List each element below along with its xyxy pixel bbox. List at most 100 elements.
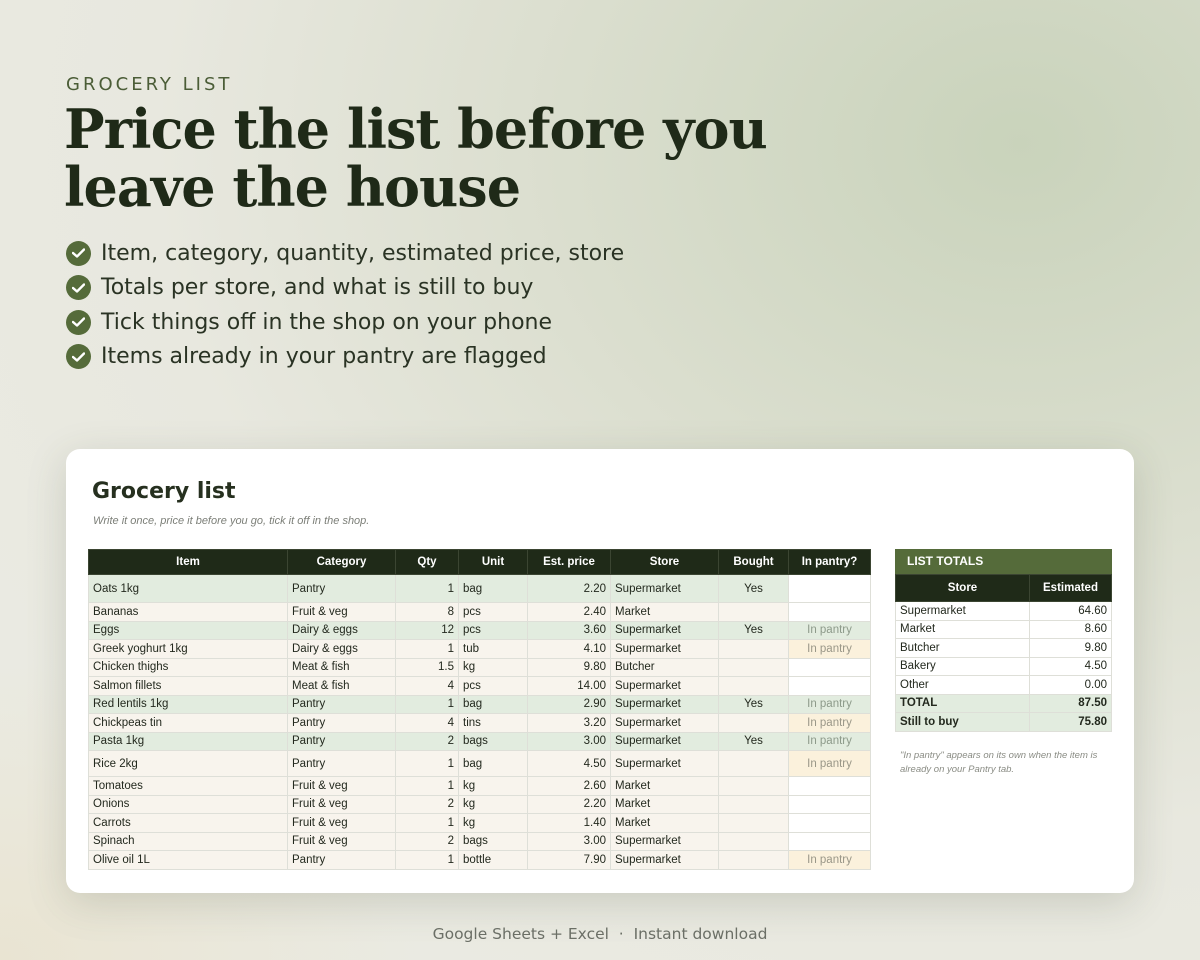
cell-pantry[interactable]: In pantry [788,639,871,659]
cell-pantry[interactable] [788,831,871,851]
cell-bought[interactable] [718,602,789,622]
cell-qty[interactable]: 2 [395,794,459,814]
cell-category[interactable]: Fruit & veg [287,602,396,622]
cell-bought[interactable]: Yes [718,731,789,751]
cell-item[interactable]: Red lentils 1kg [88,694,288,714]
cell-pantry[interactable]: In pantry [788,713,871,733]
cell-item[interactable]: Chicken thighs [88,657,288,677]
cell-category[interactable]: Pantry [287,574,396,603]
totals-header-store[interactable]: Store [895,574,1030,602]
cell-qty[interactable]: 1 [395,776,459,796]
cell-store[interactable]: Supermarket [610,574,719,603]
cell-category[interactable]: Fruit & veg [287,776,396,796]
cell-item[interactable]: Pasta 1kg [88,731,288,751]
cell-bought[interactable] [718,850,789,870]
cell-price[interactable]: 3.60 [527,620,611,640]
cell-qty[interactable]: 1 [395,750,459,777]
totals-store-cell[interactable]: Other [895,675,1030,695]
cell-bought[interactable] [718,713,789,733]
cell-unit[interactable]: kg [458,776,528,796]
cell-qty[interactable]: 2 [395,831,459,851]
cell-unit[interactable]: pcs [458,602,528,622]
column-header-pantry[interactable]: In pantry? [788,549,871,575]
cell-category[interactable]: Dairy & eggs [287,620,396,640]
cell-price[interactable]: 9.80 [527,657,611,677]
cell-pantry[interactable]: In pantry [788,750,871,777]
cell-pantry[interactable] [788,657,871,677]
cell-price[interactable]: 2.40 [527,602,611,622]
column-header-store[interactable]: Store [610,549,719,575]
cell-item[interactable]: Salmon fillets [88,676,288,696]
cell-pantry[interactable]: In pantry [788,850,871,870]
cell-store[interactable]: Supermarket [610,620,719,640]
cell-pantry[interactable] [788,776,871,796]
cell-store[interactable]: Supermarket [610,694,719,714]
cell-price[interactable]: 3.00 [527,731,611,751]
cell-unit[interactable]: bags [458,831,528,851]
cell-store[interactable]: Market [610,794,719,814]
cell-store[interactable]: Market [610,813,719,833]
cell-category[interactable]: Fruit & veg [287,831,396,851]
cell-bought[interactable] [718,657,789,677]
totals-store-cell[interactable]: Market [895,619,1030,639]
cell-price[interactable]: 3.20 [527,713,611,733]
cell-category[interactable]: Pantry [287,731,396,751]
cell-store[interactable]: Supermarket [610,731,719,751]
cell-unit[interactable]: bag [458,574,528,603]
totals-store-cell[interactable]: Bakery [895,656,1030,676]
still-to-buy-value[interactable]: 75.80 [1029,712,1112,732]
still-to-buy-label[interactable]: Still to buy [895,712,1030,732]
cell-store[interactable]: Market [610,776,719,796]
cell-category[interactable]: Meat & fish [287,657,396,677]
cell-qty[interactable]: 12 [395,620,459,640]
cell-unit[interactable]: bag [458,750,528,777]
cell-qty[interactable]: 4 [395,676,459,696]
cell-category[interactable]: Fruit & veg [287,813,396,833]
total-value[interactable]: 87.50 [1029,693,1112,713]
cell-unit[interactable]: kg [458,813,528,833]
cell-price[interactable]: 2.20 [527,794,611,814]
cell-unit[interactable]: kg [458,657,528,677]
cell-store[interactable]: Supermarket [610,831,719,851]
cell-store[interactable]: Supermarket [610,850,719,870]
cell-pantry[interactable]: In pantry [788,731,871,751]
cell-item[interactable]: Eggs [88,620,288,640]
cell-category[interactable]: Pantry [287,713,396,733]
cell-pantry[interactable]: In pantry [788,620,871,640]
cell-qty[interactable]: 2 [395,731,459,751]
column-header-qty[interactable]: Qty [395,549,459,575]
totals-value-cell[interactable]: 4.50 [1029,656,1112,676]
cell-unit[interactable]: pcs [458,620,528,640]
cell-pantry[interactable] [788,574,871,603]
column-header-item[interactable]: Item [88,549,288,575]
cell-bought[interactable] [718,831,789,851]
cell-bought[interactable] [718,813,789,833]
cell-category[interactable]: Dairy & eggs [287,639,396,659]
cell-item[interactable]: Chickpeas tin [88,713,288,733]
cell-item[interactable]: Onions [88,794,288,814]
cell-bought[interactable] [718,776,789,796]
column-header-category[interactable]: Category [287,549,396,575]
cell-unit[interactable]: tub [458,639,528,659]
cell-category[interactable]: Meat & fish [287,676,396,696]
cell-price[interactable]: 7.90 [527,850,611,870]
cell-qty[interactable]: 1 [395,694,459,714]
totals-value-cell[interactable]: 64.60 [1029,601,1112,621]
cell-item[interactable]: Olive oil 1L [88,850,288,870]
cell-unit[interactable]: kg [458,794,528,814]
cell-bought[interactable] [718,676,789,696]
cell-unit[interactable]: bag [458,694,528,714]
cell-bought[interactable]: Yes [718,620,789,640]
cell-price[interactable]: 2.90 [527,694,611,714]
totals-header-estimated[interactable]: Estimated [1029,574,1112,602]
cell-item[interactable]: Oats 1kg [88,574,288,603]
cell-unit[interactable]: bags [458,731,528,751]
cell-category[interactable]: Pantry [287,694,396,714]
cell-price[interactable]: 14.00 [527,676,611,696]
cell-item[interactable]: Spinach [88,831,288,851]
cell-qty[interactable]: 1.5 [395,657,459,677]
column-header-unit[interactable]: Unit [458,549,528,575]
cell-unit[interactable]: tins [458,713,528,733]
cell-bought[interactable] [718,794,789,814]
cell-category[interactable]: Pantry [287,850,396,870]
